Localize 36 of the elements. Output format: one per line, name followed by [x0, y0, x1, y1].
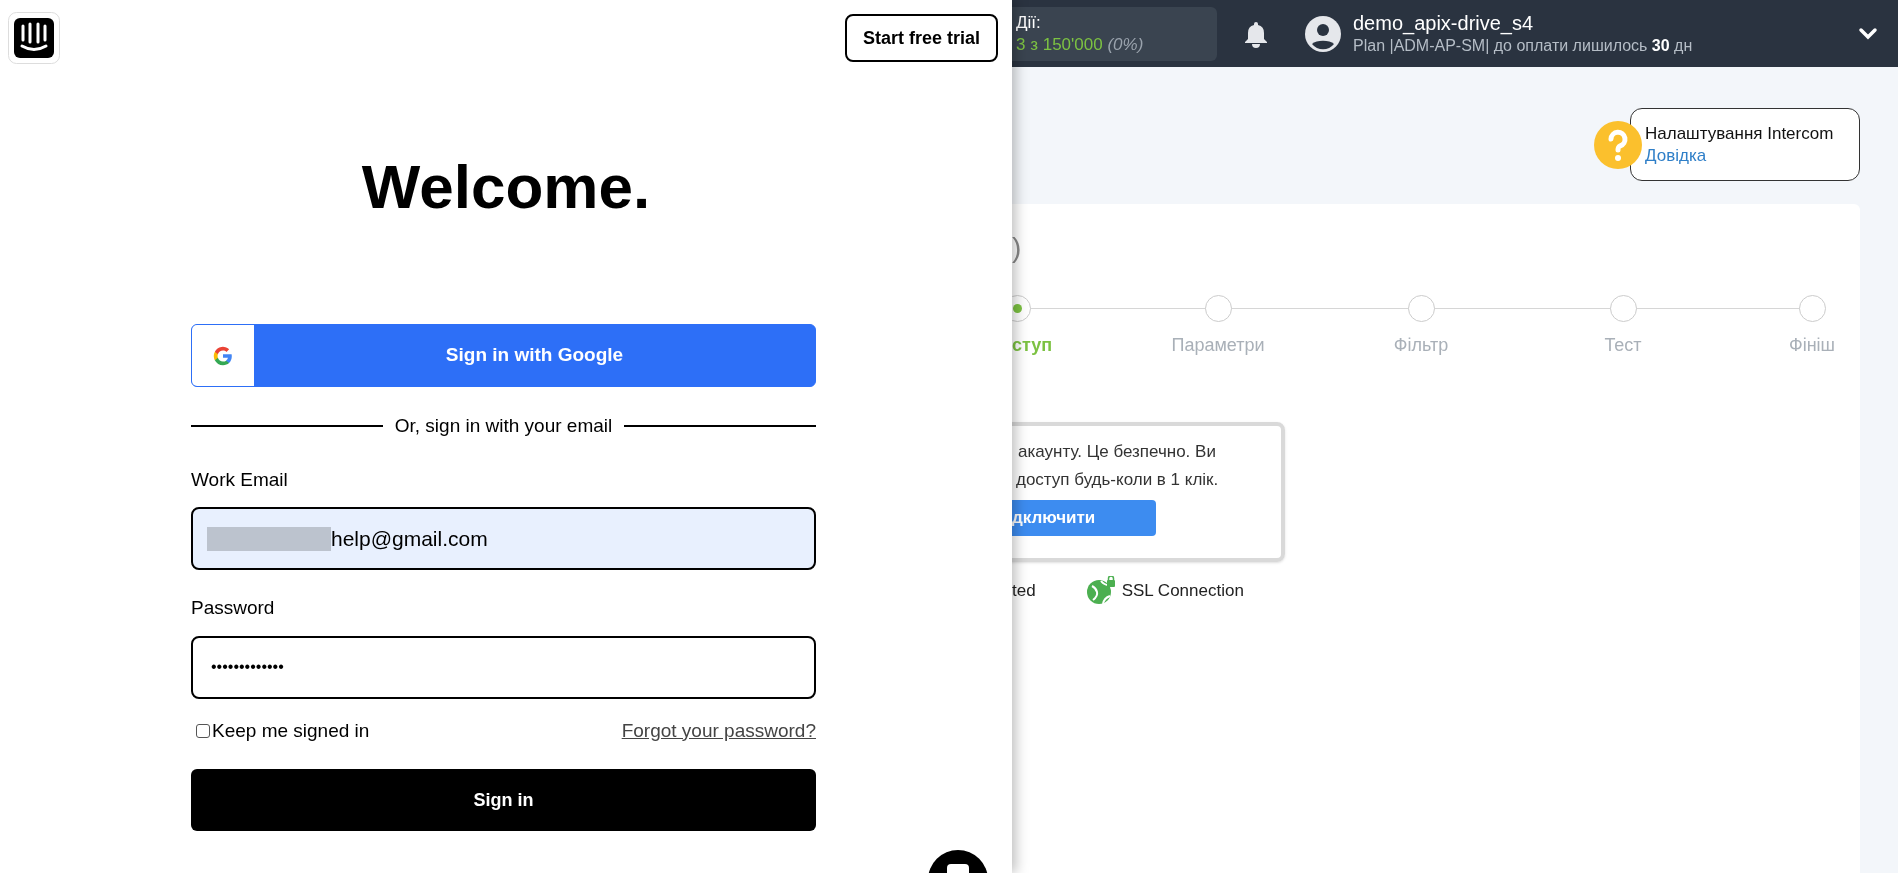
step-label: Тест — [1604, 334, 1642, 357]
step-label: Параметри — [1171, 334, 1265, 357]
plan-info: Plan |ADM-AP-SM| до оплати лишилось 30 дн — [1353, 36, 1693, 56]
sign-in-button[interactable]: Sign in — [191, 769, 816, 831]
globe-lock-icon — [1085, 576, 1116, 606]
bell-icon[interactable] — [1243, 19, 1269, 48]
email-value: help@gmail.com — [331, 525, 488, 552]
avatar-icon[interactable] — [1305, 15, 1341, 52]
step-label: ступ — [1012, 334, 1053, 357]
email-field[interactable]: help@gmail.com — [191, 507, 816, 570]
actions-count: 3 з 150'000 — [1016, 34, 1103, 54]
actions-label: Дії: — [1016, 12, 1042, 34]
username: demo_apix-drive_s4 — [1353, 11, 1535, 36]
help-title: Налаштування Intercom — [1645, 123, 1835, 145]
card-title: ) — [1012, 234, 1023, 262]
google-sign-in-button[interactable]: Sign in with Google — [191, 324, 816, 387]
google-g-icon — [212, 344, 234, 367]
keep-signed-in-label: Keep me signed in — [212, 718, 370, 743]
chevron-down-icon[interactable] — [1858, 26, 1878, 41]
badge-label: SSL Connection — [1121, 580, 1244, 603]
start-trial-button[interactable]: Start free trial — [844, 14, 998, 62]
step-label: Фільтр — [1393, 334, 1449, 357]
password-field[interactable]: ••••••••••••• — [191, 635, 816, 699]
password-label: Password — [191, 596, 275, 620]
email-label: Work Email — [191, 467, 288, 492]
forgot-password-link[interactable]: Forgot your password? — [621, 716, 816, 745]
actions-percent: (0%) — [1107, 34, 1144, 54]
notice-text: доступ будь-коли в 1 клік. — [1016, 469, 1220, 491]
notice-text: акаунту. Це безпечно. Ви — [1017, 441, 1217, 463]
help-link[interactable]: Довідка — [1645, 144, 1707, 166]
welcome-heading: Welcome. — [361, 156, 651, 218]
keep-signed-in-checkbox[interactable] — [196, 723, 210, 738]
logo-icon — [8, 12, 60, 64]
badge-label: ted — [1012, 580, 1036, 603]
divider-text: Or, sign in with your email — [394, 414, 613, 438]
step-label: Фініш — [1788, 334, 1836, 357]
